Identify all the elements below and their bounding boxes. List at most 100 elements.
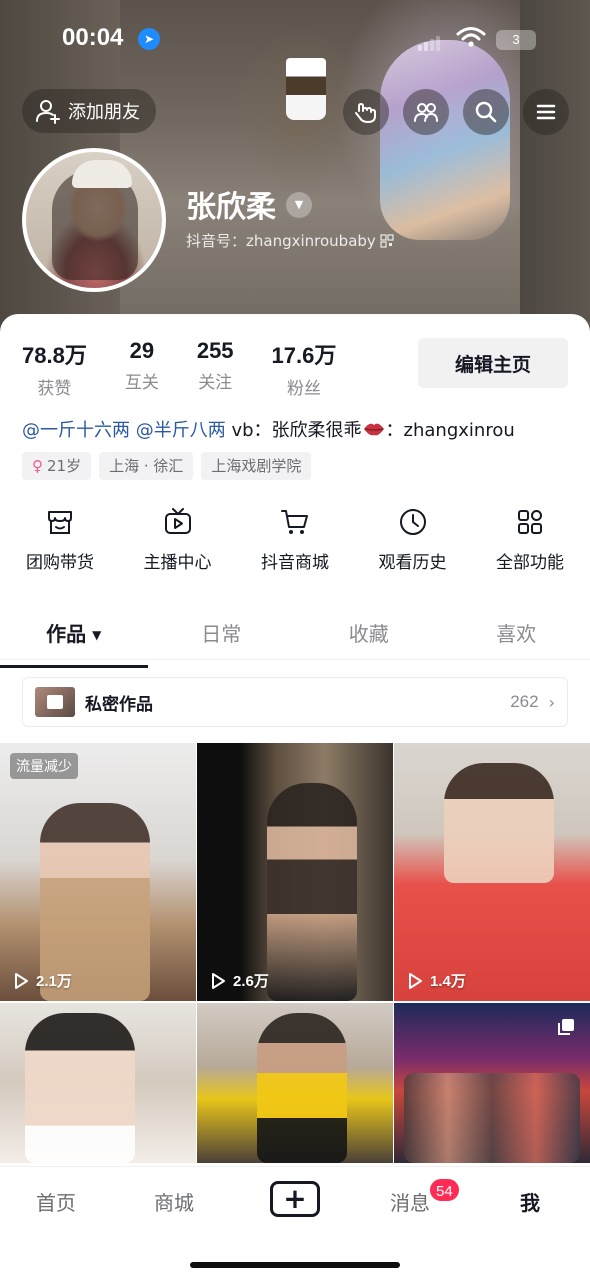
stat-likes[interactable]: 78.8万 获赞 (22, 338, 87, 399)
chevron-right-icon: › (548, 692, 555, 712)
view-count-text: 1.4万 (430, 973, 466, 990)
quick-action-all-features[interactable]: 全部功能 (492, 506, 568, 573)
stat-value: 78.8万 (22, 343, 87, 368)
video-thumbnail[interactable] (0, 1003, 196, 1163)
bio: @一斤十六两 @半斤八两 vb：张欣柔很乖 ：zhangxinrou (22, 416, 515, 442)
bio-mention-1[interactable]: @一斤十六两 (22, 420, 130, 441)
stat-value: 255 (196, 338, 234, 363)
private-works-title: 私密作品 (85, 694, 153, 715)
quick-action-label: 观看历史 (378, 553, 447, 573)
status-time: 00:04 (62, 24, 124, 51)
douyin-id-text: 抖音号：zhangxinroubaby (186, 232, 376, 250)
nav-messages[interactable]: 消息 (390, 1187, 430, 1216)
stat-mutual[interactable]: 29 互关 (125, 338, 159, 399)
video-thumbnail[interactable]: 2.6万 (197, 743, 393, 1001)
bio-text-2: ：zhangxinrou (385, 420, 515, 441)
view-count: 2.1万 (12, 970, 72, 991)
hamburger-menu-icon (536, 104, 556, 120)
location-arrow-icon: ➤ (138, 28, 160, 50)
video-thumbnail[interactable] (394, 1003, 590, 1163)
add-friend-label: 添加朋友 (68, 102, 140, 123)
chevron-down-icon[interactable]: ▼ (286, 192, 312, 218)
stat-label: 互关 (124, 373, 159, 393)
stat-followers[interactable]: 17.6万 粉丝 (272, 338, 337, 399)
tab-daily[interactable]: 日常 (148, 616, 296, 659)
quick-actions: 团购带货 主播中心 抖音商城 观看历史 全部功能 (0, 506, 590, 573)
menu-button[interactable] (523, 89, 569, 135)
tab-likes[interactable]: 喜欢 (443, 616, 590, 659)
video-thumbnail[interactable]: 流量减少 2.1万 (0, 743, 196, 1001)
private-works-bar[interactable]: 私密作品 262 › (22, 677, 568, 727)
hand-pointer-icon (355, 103, 376, 123)
messages-badge: 54 (428, 1177, 461, 1203)
add-user-icon (36, 100, 60, 124)
video-thumbnail[interactable]: 1.4万 (394, 743, 590, 1001)
tag-location: 上海 · 徐汇 (99, 452, 194, 480)
lips-emoji-icon (363, 423, 384, 436)
play-outline-icon (212, 972, 225, 989)
stat-label: 获赞 (37, 379, 72, 399)
caret-down-icon: ▼ (92, 628, 102, 642)
quick-action-label: 全部功能 (496, 553, 564, 573)
play-outline-icon (15, 972, 28, 989)
banner-person (380, 40, 510, 240)
grid-apps-icon (518, 510, 542, 534)
limited-traffic-badge: 流量减少 (10, 753, 78, 779)
douyin-id[interactable]: 抖音号：zhangxinroubaby (186, 230, 394, 251)
qr-code-icon[interactable] (380, 233, 394, 248)
stat-label: 粉丝 (286, 379, 321, 399)
quick-action-anchor-center[interactable]: 主播中心 (140, 506, 216, 573)
stat-value: 17.6万 (271, 343, 337, 368)
tab-label: 作品 (46, 622, 87, 646)
quick-action-group-buy[interactable]: 团购带货 (22, 506, 98, 573)
quick-action-label: 抖音商城 (261, 553, 329, 573)
multi-image-icon (558, 1019, 574, 1035)
shop-bag-icon (48, 511, 72, 534)
quick-action-history[interactable]: 观看历史 (375, 506, 451, 573)
nav-mall[interactable]: 商城 (154, 1187, 194, 1216)
tag-school[interactable]: 上海戏剧学院 (201, 452, 312, 480)
view-count-text: 2.6万 (233, 973, 269, 990)
video-thumbnail[interactable] (197, 1003, 393, 1163)
female-icon: ♀ (32, 457, 43, 475)
stat-following[interactable]: 255 关注 (197, 338, 234, 399)
quick-action-mall[interactable]: 抖音商城 (257, 506, 333, 573)
play-outline-icon (409, 972, 422, 989)
people-icon (414, 103, 438, 122)
view-count-text: 2.1万 (36, 973, 72, 990)
create-button[interactable]: + (270, 1181, 320, 1217)
visitor-button[interactable] (343, 89, 389, 135)
edit-profile-button[interactable]: 编辑主页 (418, 338, 568, 388)
content-tabs: 作品 ▼ 日常 收藏 喜欢 (0, 616, 590, 668)
private-works-thumbnail (35, 687, 75, 717)
nav-me[interactable]: 我 (520, 1187, 540, 1216)
tab-favorites[interactable]: 收藏 (295, 616, 443, 659)
tv-play-icon (164, 508, 191, 534)
avatar[interactable] (22, 148, 166, 292)
search-button[interactable] (463, 89, 509, 135)
bio-mention-2[interactable]: @半斤八两 (136, 420, 226, 441)
status-bar: 00:04 ➤ 3 (0, 20, 590, 60)
username[interactable]: 张欣柔 (186, 182, 276, 226)
battery-indicator: 3 (496, 30, 536, 50)
stat-value: 29 (129, 338, 155, 363)
lock-icon (47, 695, 63, 709)
video-grid: 流量减少 2.1万 2.6万 1.4万 (0, 743, 590, 1163)
tag-age: ♀ 21岁 (22, 452, 92, 480)
view-count: 2.6万 (209, 970, 269, 991)
clock-icon (399, 509, 426, 535)
banner-coffee-cup (286, 58, 326, 120)
tag-age-label: 21岁 (47, 457, 82, 475)
friends-button[interactable] (403, 89, 449, 135)
bio-text-1: vb：张欣柔很乖 (231, 420, 362, 441)
add-friend-button[interactable]: 添加朋友 (22, 89, 156, 133)
view-count: 1.4万 (406, 970, 466, 991)
cart-icon (281, 510, 308, 534)
nav-home[interactable]: 首页 (36, 1187, 76, 1216)
stat-label: 关注 (198, 373, 233, 393)
private-works-count: 262 (510, 692, 539, 711)
profile-tags: ♀ 21岁 上海 · 徐汇 上海戏剧学院 (22, 452, 312, 480)
tab-works[interactable]: 作品 ▼ (0, 616, 148, 668)
profile-card: 78.8万 获赞 29 互关 255 关注 17.6万 粉丝 编辑主页 @一斤十… (0, 314, 590, 1280)
stats-row: 78.8万 获赞 29 互关 255 关注 17.6万 粉丝 (22, 338, 374, 399)
